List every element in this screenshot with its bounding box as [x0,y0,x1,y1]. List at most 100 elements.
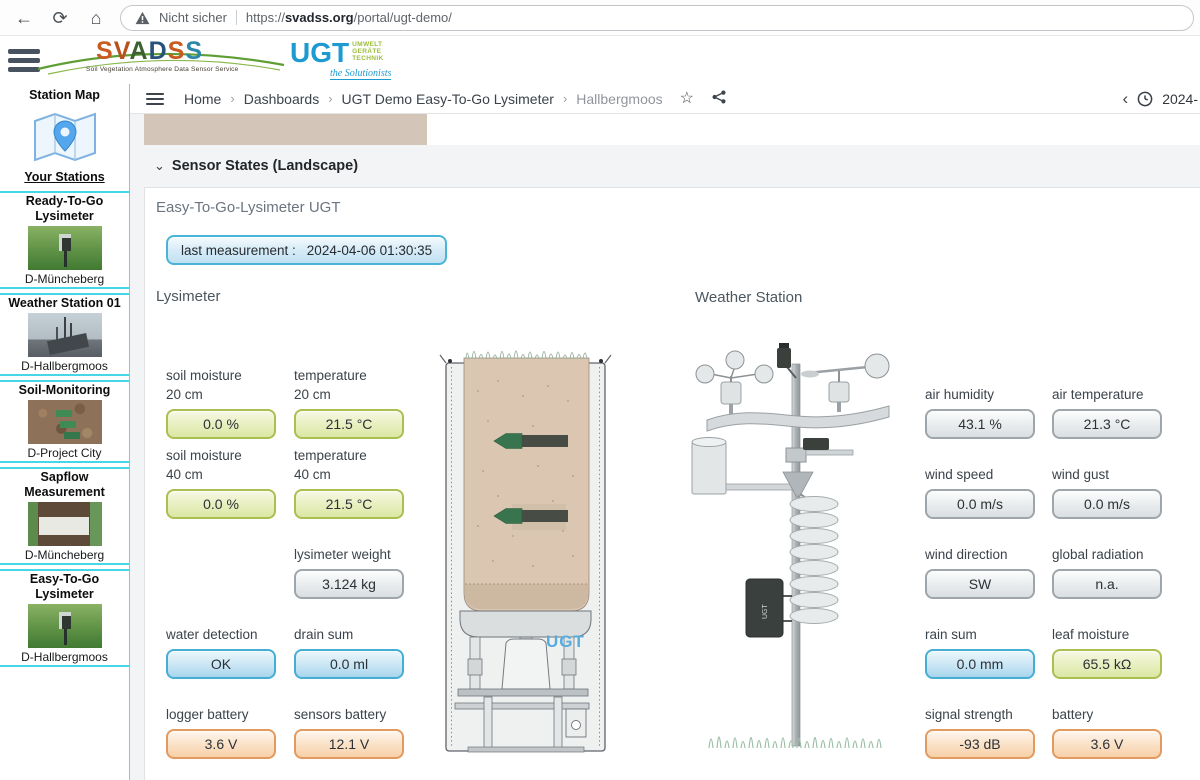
brand-letter: S [168,37,186,65]
stat-value-temperature-20cm: 21.5 °C [294,409,404,439]
url-text: https://svadss.org/portal/ugt-demo/ [246,10,452,25]
section-row-header[interactable]: ⌄ Sensor States (Landscape) [130,145,1200,187]
breadcrumb-separator: › [328,91,332,106]
clock-icon[interactable] [1137,91,1153,107]
station-map-icon[interactable] [32,110,98,164]
stat-label: drain sum [294,625,422,644]
last-measurement-value: 2024-04-06 01:30:35 [307,243,432,258]
station-location: D-Hallbergmoos [0,650,129,664]
stat-spacer [166,524,294,604]
security-label: Nicht sicher [159,10,227,25]
stat-value-logger-battery: 3.6 V [166,729,276,759]
stat-value-battery: 3.6 V [1052,729,1162,759]
stat-label: soil moisture [166,446,294,465]
stat-label: global radiation [1052,545,1179,564]
sidebar-station-card[interactable]: Weather Station 01 D-Hallbergmoos [0,293,129,376]
stat-label: sensors battery [294,705,422,724]
breadcrumb-separator: › [563,91,567,106]
station-photo [28,313,102,357]
svadss-logo-subtitle: Soil Vegetation Atmosphere Data Sensor S… [86,66,239,73]
station-photo [28,226,102,270]
stat-water-detection: water detectionOK [166,604,294,684]
stat-drain-sum: drain sum 0.0 ml [294,604,422,684]
previous-panel-image-edge [144,114,427,145]
sidebar-station-card[interactable]: Sapflow Measurement D-Müncheberg [0,467,129,565]
ugt-logo-lines: UMWELT GERÄTE TECHNIK [352,41,383,62]
stat-temperature-20cm: temperature20 cm21.5 °C [294,364,422,444]
time-range-label[interactable]: 2024- [1162,91,1198,107]
station-location: D-Müncheberg [0,548,129,562]
sidebar-station-card[interactable]: Ready-To-Go Lysimeter D-Müncheberg [0,191,129,289]
home-button[interactable]: ⌂ [78,0,114,36]
stat-temperature-40cm: temperature40 cm21.5 °C [294,444,422,524]
brand-letter: D [149,37,168,65]
stat-lysimeter-weight: lysimeter weight3.124 kg [294,524,422,604]
reload-button[interactable]: ⟳ [42,0,78,36]
lysimeter-stats-grid: soil moisture20 cm0.0 %temperature20 cm2… [166,364,422,764]
stat-label: soil moisture [166,366,294,385]
stat-rain-sum: rain sum 0.0 mm [925,604,1052,684]
stat-battery: battery3.6 V [1052,684,1179,764]
breadcrumb-item-home[interactable]: Home [184,91,221,107]
breadcrumb-bar: Home › Dashboards › UGT Demo Easy-To-Go Lysi… [130,84,1200,114]
stat-value-soil-moisture-20cm: 0.0 % [166,409,276,439]
station-photo [28,502,102,546]
dashboard-content: ⌄ Sensor States (Landscape) Easy-To-Go-L… [130,114,1200,780]
stat-value-drain-sum: 0.0 ml [294,649,404,679]
breadcrumb-item-ugt-demo-easy-to-go-lysimeter[interactable]: UGT Demo Easy-To-Go Lysimeter [342,91,554,107]
stat-value-temperature-40cm: 21.5 °C [294,489,404,519]
stat-wind-direction: wind directionSW [925,524,1052,604]
your-stations-link[interactable]: Your Stations [0,170,129,184]
stat-value-wind-speed: 0.0 m/s [925,489,1035,519]
sensor-states-panel: Easy-To-Go-Lysimeter UGT last measuremen… [144,187,1200,780]
station-name: Ready-To-Go Lysimeter [0,194,129,224]
stat-value-global-radiation: n.a. [1052,569,1162,599]
stat-value-sensors-battery: 12.1 V [294,729,404,759]
station-name: Easy-To-Go Lysimeter [0,572,129,602]
stat-label: 40 cm [166,465,294,484]
ugt-logo-tagline: the Solutionists [330,68,391,80]
share-icon[interactable] [711,89,727,109]
stat-value-rain-sum: 0.0 mm [925,649,1035,679]
stat-label: 40 cm [294,465,422,484]
station-map-title: Station Map [0,84,129,102]
stat-soil-moisture-20cm: soil moisture20 cm 0.0 % [166,364,294,444]
stat-label: temperature [294,366,422,385]
dashboard-menu-icon[interactable] [146,90,164,108]
station-location: D-Project City [0,446,129,460]
stat-label: leaf moisture [1052,625,1179,644]
time-range-back-chevron[interactable]: ‹ [1123,91,1129,107]
stations-sidebar: Station Map Your Stations Ready-To-Go Ly… [0,84,130,780]
stat-label: wind speed [925,465,1052,484]
svadss-logo: SVADSS Soil Vegetation Atmosphere Data S… [54,37,264,83]
breadcrumb-item-hallbergmoos[interactable]: Hallbergmoos [576,91,662,107]
stat-wind-speed: wind speed 0.0 m/s [925,444,1052,524]
star-icon[interactable]: ☆ [680,91,694,107]
section-title: Sensor States (Landscape) [172,158,358,174]
station-photo [28,400,102,444]
stat-value-soil-moisture-40cm: 0.0 % [166,489,276,519]
stat-value-lysimeter-weight: 3.124 kg [294,569,404,599]
sidebar-station-card[interactable]: Soil-Monitoring D-Project City [0,380,129,463]
browser-toolbar: ← ⟳ ⌂ Nicht sicher https://svadss.org/po… [0,0,1200,36]
last-measurement-label: last measurement : [181,243,296,258]
weather-stats-grid: air humidity43.1 %air temperature21.3 °C… [925,364,1179,764]
brand-letter: S [96,37,114,65]
sidebar-station-card[interactable]: Easy-To-Go Lysimeter D-Hallbergmoos [0,569,129,667]
stat-value-water-detection: OK [166,649,276,679]
address-bar[interactable]: Nicht sicher https://svadss.org/portal/u… [120,5,1194,31]
stat-label: 20 cm [166,385,294,404]
breadcrumb: Home › Dashboards › UGT Demo Easy-To-Go Lysi… [184,91,663,107]
stat-air-humidity: air humidity43.1 % [925,364,1052,444]
stat-logger-battery: logger battery3.6 V [166,684,294,764]
stat-label: rain sum [925,625,1052,644]
stat-label: air temperature [1052,385,1179,404]
breadcrumb-item-dashboards[interactable]: Dashboards [244,91,320,107]
stat-wind-gust: wind gust0.0 m/s [1052,444,1179,524]
station-name: Weather Station 01 [0,296,129,311]
stat-value-wind-direction: SW [925,569,1035,599]
stat-value-signal-strength: -93 dB [925,729,1035,759]
back-button[interactable]: ← [6,0,42,36]
stat-label: signal strength [925,705,1052,724]
lysimeter-heading: Lysimeter [156,288,220,305]
